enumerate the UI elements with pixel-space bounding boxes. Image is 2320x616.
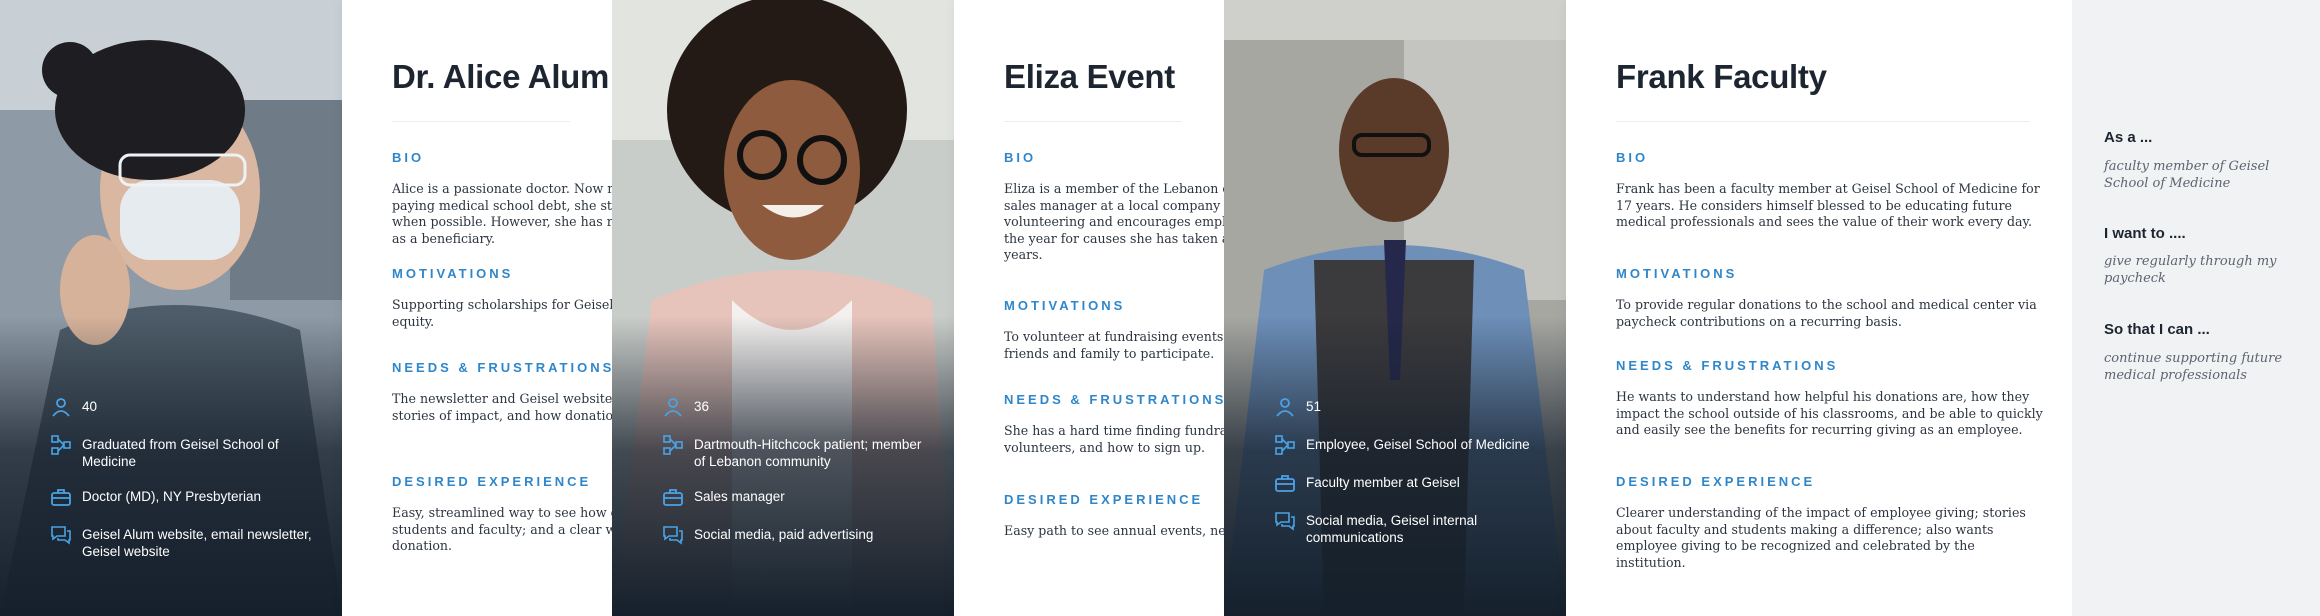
fact-text: 36	[694, 399, 710, 414]
briefcase-icon	[663, 489, 683, 506]
section-label: MOTIVATIONS	[392, 266, 514, 281]
section-label: NEEDS & FRUSTRATIONS	[392, 360, 612, 375]
persona-name: Frank Faculty	[1616, 58, 1827, 95]
user-story-panel: As a ... faculty member of Geisel School…	[2072, 0, 2320, 616]
persona-card: Eliza Event BIO Eliza is a member of the…	[954, 0, 1224, 616]
fact-text: Employee, Geisel School of Medicine	[1306, 437, 1530, 452]
section-label: MOTIVATIONS	[1616, 266, 1738, 281]
motivations-text: Supporting scholarships for Geisel stude…	[392, 297, 612, 329]
bio-text: Alice is a passionate doctor. Now marrie…	[392, 181, 612, 246]
motivations-text: To provide regular donations to the scho…	[1616, 297, 2037, 329]
fact-job: Doctor (MD), NY Presbyterian	[50, 488, 318, 508]
section-label: DESIRED EXPERIENCE	[1616, 474, 1816, 489]
motivations-text: To volunteer at fundraising events at Ge…	[1004, 329, 1224, 361]
fact-text: 40	[82, 399, 98, 414]
persona-photo-panel: 51 Employee, Geisel School of Medicine F…	[1224, 0, 1566, 616]
persona-facts: 51 Employee, Geisel School of Medicine F…	[1274, 398, 1542, 564]
i-want-text: give regularly through my paycheck	[2104, 254, 2277, 286]
experience-text: Clearer understanding of the impact of e…	[1616, 505, 2026, 570]
divider	[392, 121, 570, 122]
fact-channels: Social media, paid advertising	[662, 526, 930, 546]
bio-section: BIO Alice is a passionate doctor. Now ma…	[392, 150, 612, 247]
experience-section: DESIRED EXPERIENCE Easy path to see annu…	[1004, 492, 1224, 540]
fact-relation: Employee, Geisel School of Medicine	[1274, 435, 1542, 456]
person-icon	[1276, 398, 1294, 417]
so-that-label: So that I can ...	[2104, 321, 2210, 338]
fact-text: Doctor (MD), NY Presbyterian	[82, 489, 262, 504]
persona-photo-panel: 40 Graduated from Geisel School of Medic…	[0, 0, 342, 616]
fact-age: 36	[662, 398, 930, 418]
bio-section: BIO Frank has been a faculty member at G…	[1616, 150, 2046, 231]
section-label: BIO	[1616, 150, 1649, 165]
briefcase-icon	[51, 489, 71, 506]
fact-text: Social media, Geisel internal communicat…	[1306, 513, 1478, 545]
briefcase-icon	[1275, 475, 1295, 492]
fact-age: 40	[50, 398, 318, 418]
persona-board: 40 Graduated from Geisel School of Medic…	[0, 0, 2320, 616]
persona-photo-panel: 36 Dartmouth-Hitchcock patient; member o…	[612, 0, 954, 616]
persona-name: Eliza Event	[1004, 58, 1175, 95]
section-label: MOTIVATIONS	[1004, 298, 1126, 313]
needs-text: He wants to understand how helpful his d…	[1616, 389, 2043, 437]
motivations-section: MOTIVATIONS Supporting scholarships for …	[392, 266, 612, 330]
motivations-section: MOTIVATIONS To volunteer at fundraising …	[1004, 298, 1224, 362]
needs-section: NEEDS & FRUSTRATIONS He wants to underst…	[1616, 358, 2046, 439]
divider	[1004, 121, 1182, 122]
needs-section: NEEDS & FRUSTRATIONS The newsletter and …	[392, 360, 612, 424]
fact-text: Social media, paid advertising	[694, 527, 874, 542]
fact-job: Faculty member at Geisel	[1274, 474, 1542, 494]
person-icon	[52, 398, 70, 417]
fact-text: 51	[1306, 399, 1322, 414]
divider	[1616, 121, 2030, 122]
persona-card: Frank Faculty BIO Frank has been a facul…	[1566, 0, 2072, 616]
fact-job: Sales manager	[662, 488, 930, 508]
bio-section: BIO Eliza is a member of the Lebanon com…	[1004, 150, 1224, 264]
bio-text: Eliza is a member of the Lebanon communi…	[1004, 181, 1224, 262]
fact-channels: Geisel Alum website, email newsletter, G…	[50, 526, 318, 560]
fact-text: Sales manager	[694, 489, 785, 504]
section-label: NEEDS & FRUSTRATIONS	[1616, 358, 1839, 373]
experience-section: DESIRED EXPERIENCE Easy, streamlined way…	[392, 474, 612, 555]
person-icon	[664, 398, 682, 417]
fact-text: Dartmouth-Hitchcock patient; member of L…	[694, 437, 922, 469]
chat-icon	[663, 526, 683, 545]
network-icon	[663, 435, 683, 455]
section-label: DESIRED EXPERIENCE	[392, 474, 592, 489]
fact-relation: Graduated from Geisel School of Medicine	[50, 435, 318, 470]
needs-section: NEEDS & FRUSTRATIONS She has a hard time…	[1004, 392, 1224, 456]
persona-card: Dr. Alice Alum BIO Alice is a passionate…	[342, 0, 612, 616]
fact-text: Geisel Alum website, email newsletter, G…	[82, 527, 312, 559]
persona-name: Dr. Alice Alum	[392, 58, 610, 95]
bio-text: Frank has been a faculty member at Geise…	[1616, 181, 2040, 229]
experience-section: DESIRED EXPERIENCE Clearer understanding…	[1616, 474, 2046, 571]
network-icon	[1275, 435, 1295, 455]
i-want-label: I want to ....	[2104, 225, 2186, 242]
section-label: BIO	[392, 150, 425, 165]
chat-icon	[1275, 512, 1295, 531]
motivations-section: MOTIVATIONS To provide regular donations…	[1616, 266, 2046, 330]
as-a-text: faculty member of Geisel School of Medic…	[2104, 159, 2270, 191]
fact-text: Graduated from Geisel School of Medicine	[82, 437, 279, 469]
needs-text: The newsletter and Geisel website are us…	[392, 391, 612, 423]
fact-text: Faculty member at Geisel	[1306, 475, 1460, 490]
section-label: DESIRED EXPERIENCE	[1004, 492, 1204, 507]
network-icon	[51, 435, 71, 455]
fact-age: 51	[1274, 398, 1542, 418]
fact-relation: Dartmouth-Hitchcock patient; member of L…	[662, 435, 930, 470]
section-label: NEEDS & FRUSTRATIONS	[1004, 392, 1224, 407]
needs-text: She has a hard time finding fundraising …	[1004, 423, 1224, 455]
as-a-label: As a ...	[2104, 129, 2153, 146]
persona-facts: 36 Dartmouth-Hitchcock patient; member o…	[662, 398, 930, 564]
section-label: BIO	[1004, 150, 1037, 165]
fact-channels: Social media, Geisel internal communicat…	[1274, 512, 1542, 546]
experience-text: Easy path to see annual events, needs, a…	[1004, 523, 1224, 538]
experience-text: Easy, streamlined way to see how gifts h…	[392, 505, 612, 553]
persona-facts: 40 Graduated from Geisel School of Medic…	[50, 398, 318, 578]
so-that-text: continue supporting future medical profe…	[2104, 351, 2283, 383]
chat-icon	[51, 526, 71, 545]
